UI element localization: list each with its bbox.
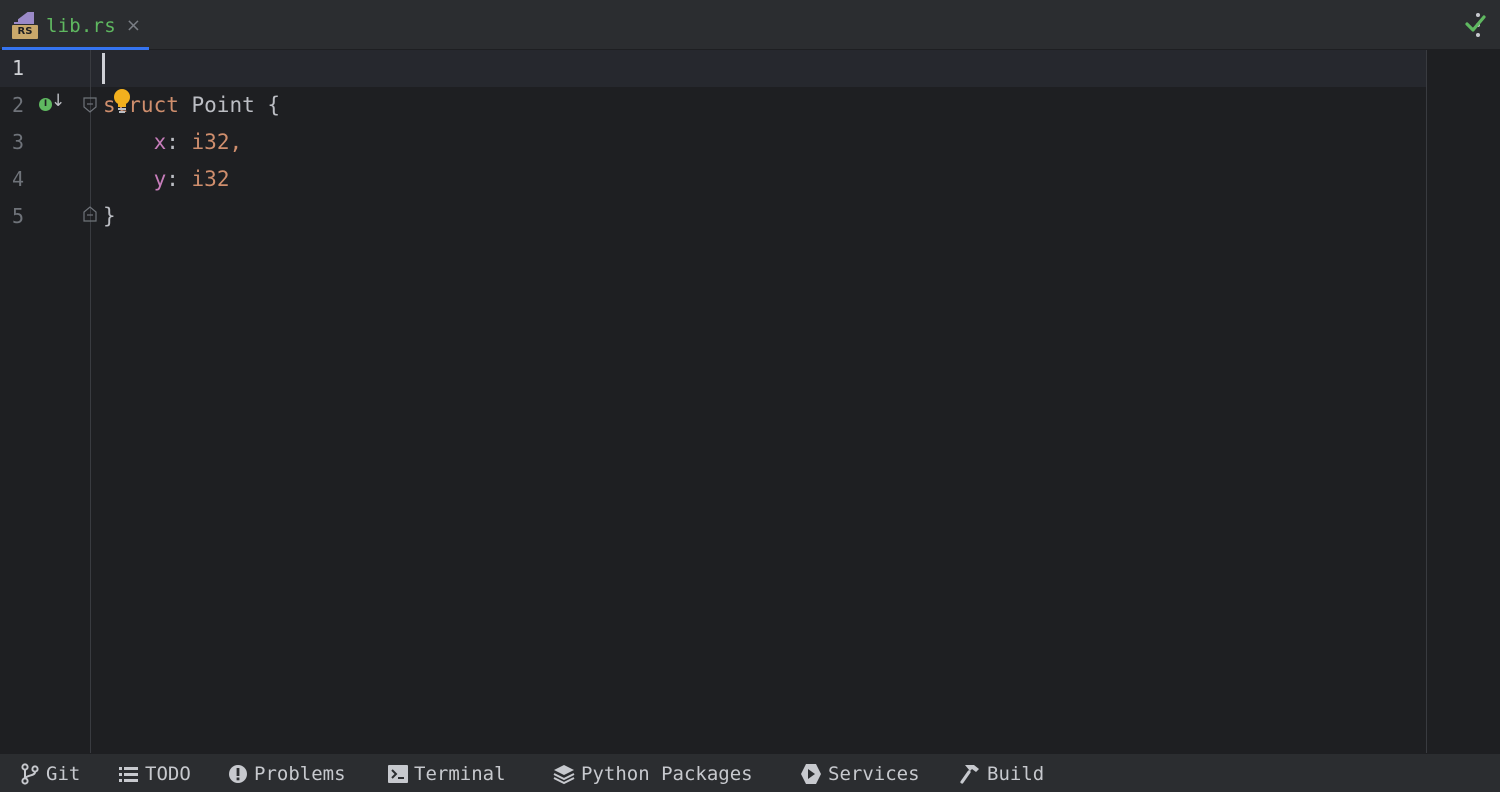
code-line-3[interactable]: x: i32,: [103, 124, 243, 161]
gutter-divider: [90, 50, 91, 753]
fold-end-icon[interactable]: [83, 206, 97, 222]
toolwindow-label: Problems: [254, 762, 346, 785]
line-number: 4: [12, 167, 25, 191]
code-token-punct: [103, 167, 154, 191]
line-number: 1: [12, 56, 25, 80]
code-token-ident: Point: [191, 93, 255, 117]
toolwindow-git[interactable]: Git: [20, 754, 80, 792]
code-token-punct: :: [166, 130, 192, 154]
layers-icon: [553, 764, 575, 784]
problems-icon: [229, 764, 247, 783]
code-token-punct: }: [103, 204, 116, 228]
code-token-field: x: [153, 130, 167, 154]
text-caret: [102, 53, 105, 84]
line-number: 2: [12, 93, 25, 117]
toolwindow-services[interactable]: Services: [800, 754, 920, 792]
code-token-punct: [103, 130, 154, 154]
code-token-type: i32,: [191, 130, 243, 154]
file-type-badge: RS: [12, 25, 38, 39]
toolwindow-label: Build: [987, 762, 1045, 785]
close-tab-icon[interactable]: ×: [126, 17, 141, 35]
editor-tab-lib-rs[interactable]: RS lib.rs ×: [2, 2, 149, 50]
hammer-icon: [960, 764, 979, 784]
right-margin-divider: [1426, 50, 1427, 753]
toolwindow-python-packages[interactable]: Python Packages: [553, 754, 753, 792]
code-token-punct: :: [166, 167, 192, 191]
toolwindow-build[interactable]: Build: [959, 754, 1044, 792]
code-line-4[interactable]: y: i32: [103, 161, 230, 198]
toolwindow-label: Python Packages: [581, 762, 753, 785]
code-line-5[interactable]: }: [103, 198, 116, 235]
arrow-down-icon: ↓: [51, 91, 66, 111]
toolwindow-label: Services: [828, 762, 920, 785]
tool-window-bar: Git TODO Problems Terminal Python Packag…: [0, 753, 1500, 792]
services-icon: [801, 763, 821, 784]
terminal-icon: [388, 764, 408, 783]
inspection-ok-check-icon[interactable]: [1464, 12, 1486, 34]
toolwindow-problems[interactable]: Problems: [228, 754, 346, 792]
toolwindow-todo[interactable]: TODO: [119, 754, 191, 792]
code-editor[interactable]: 1 2 3 4 5 struct Point { x: i32, y: i32 …: [0, 50, 1500, 753]
code-token-type: i32: [191, 167, 230, 191]
fold-start-icon[interactable]: [83, 97, 97, 113]
git-branch-icon: [21, 762, 39, 785]
line-number: 3: [12, 130, 25, 154]
list-icon: [119, 766, 138, 782]
toolwindow-label: Terminal: [414, 762, 506, 785]
editor-tab-bar: RS lib.rs ×: [0, 0, 1500, 50]
rust-file-icon: RS: [12, 12, 40, 40]
line-number: 5: [12, 204, 25, 228]
toolwindow-label: TODO: [145, 762, 191, 785]
current-line-highlight: [0, 50, 1426, 87]
tab-label: lib.rs: [46, 15, 116, 37]
toolwindow-terminal[interactable]: Terminal: [388, 754, 506, 792]
implementations-gutter-icon[interactable]: I ↓: [39, 93, 65, 114]
intention-bulb-icon[interactable]: [112, 88, 132, 114]
toolwindow-label: Git: [46, 762, 81, 785]
code-token-field: y: [153, 167, 167, 191]
code-token-punct: [179, 93, 192, 117]
code-token-punct: {: [254, 93, 281, 117]
